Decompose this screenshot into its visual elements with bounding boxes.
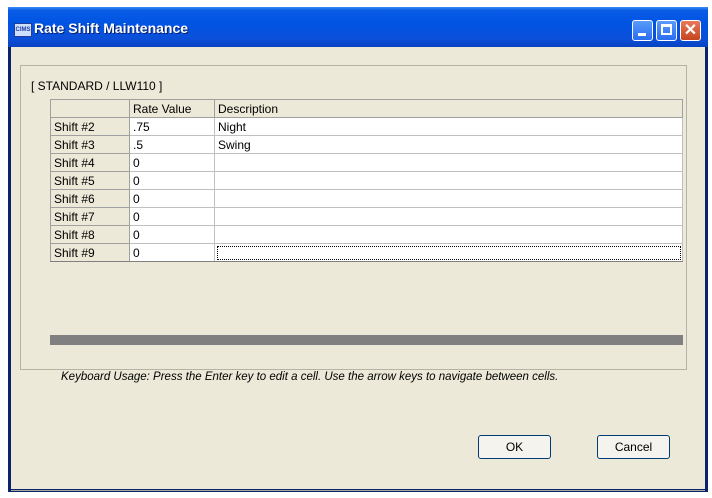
description-cell[interactable]: [214, 153, 683, 172]
shift-label: Shift #7: [50, 207, 130, 226]
description-cell[interactable]: [214, 207, 683, 226]
rate-value-cell[interactable]: 0: [129, 171, 215, 190]
table-row[interactable]: Shift #6 0: [50, 189, 683, 208]
description-cell[interactable]: Swing: [214, 135, 683, 154]
grid-bottom-bar: [50, 335, 683, 345]
dialog-body: [ STANDARD / LLW110 ] Rate Value Descrip…: [11, 47, 705, 491]
rate-value-cell[interactable]: 0: [129, 243, 215, 262]
description-cell[interactable]: Night: [214, 117, 683, 136]
shift-label: Shift #2: [50, 117, 130, 136]
table-row[interactable]: Shift #4 0: [50, 153, 683, 172]
table-row[interactable]: Shift #5 0: [50, 171, 683, 190]
cancel-button[interactable]: Cancel: [597, 435, 670, 459]
description-cell[interactable]: [214, 225, 683, 244]
keyboard-usage-hint: Keyboard Usage: Press the Enter key to e…: [61, 371, 559, 383]
description-cell[interactable]: [214, 171, 683, 190]
maximize-icon: [661, 24, 672, 35]
rate-shift-grid: Rate Value Description Shift #2 .75 Nigh…: [50, 99, 683, 262]
shift-label: Shift #6: [50, 189, 130, 208]
rate-value-cell[interactable]: 0: [129, 189, 215, 208]
table-row[interactable]: Shift #8 0: [50, 225, 683, 244]
maximize-button[interactable]: [656, 20, 677, 41]
grid-header-row: Rate Value Description: [50, 99, 683, 118]
table-row[interactable]: Shift #9 0: [50, 243, 683, 262]
rate-value-cell[interactable]: .5: [129, 135, 215, 154]
dialog-window: CIMS Rate Shift Maintenance ✕ [ STANDARD…: [8, 7, 708, 492]
shift-label: Shift #5: [50, 171, 130, 190]
rate-value-cell[interactable]: 0: [129, 207, 215, 226]
minimize-button[interactable]: [632, 20, 653, 41]
table-row[interactable]: Shift #7 0: [50, 207, 683, 226]
shift-label: Shift #3: [50, 135, 130, 154]
ok-button[interactable]: OK: [478, 435, 551, 459]
description-cell-selected[interactable]: [214, 243, 683, 262]
description-header: Description: [214, 99, 683, 118]
table-row[interactable]: Shift #3 .5 Swing: [50, 135, 683, 154]
shift-label: Shift #4: [50, 153, 130, 172]
shift-label: Shift #8: [50, 225, 130, 244]
status-bar: [11, 490, 705, 493]
rate-value-cell[interactable]: 0: [129, 225, 215, 244]
rate-value-cell[interactable]: .75: [129, 117, 215, 136]
table-row[interactable]: Shift #2 .75 Night: [50, 117, 683, 136]
app-icon: CIMS: [14, 23, 32, 37]
window-title: Rate Shift Maintenance: [34, 20, 189, 36]
title-bar[interactable]: CIMS Rate Shift Maintenance ✕: [8, 7, 708, 47]
rate-value-cell[interactable]: 0: [129, 153, 215, 172]
shift-label: Shift #9: [50, 243, 130, 262]
description-cell[interactable]: [214, 189, 683, 208]
rate-value-header: Rate Value: [129, 99, 215, 118]
group-title: [ STANDARD / LLW110 ]: [31, 79, 163, 93]
grid-corner-header: [50, 99, 130, 118]
close-button[interactable]: ✕: [680, 20, 701, 41]
close-icon: ✕: [683, 22, 698, 39]
minimize-icon: [638, 33, 646, 36]
